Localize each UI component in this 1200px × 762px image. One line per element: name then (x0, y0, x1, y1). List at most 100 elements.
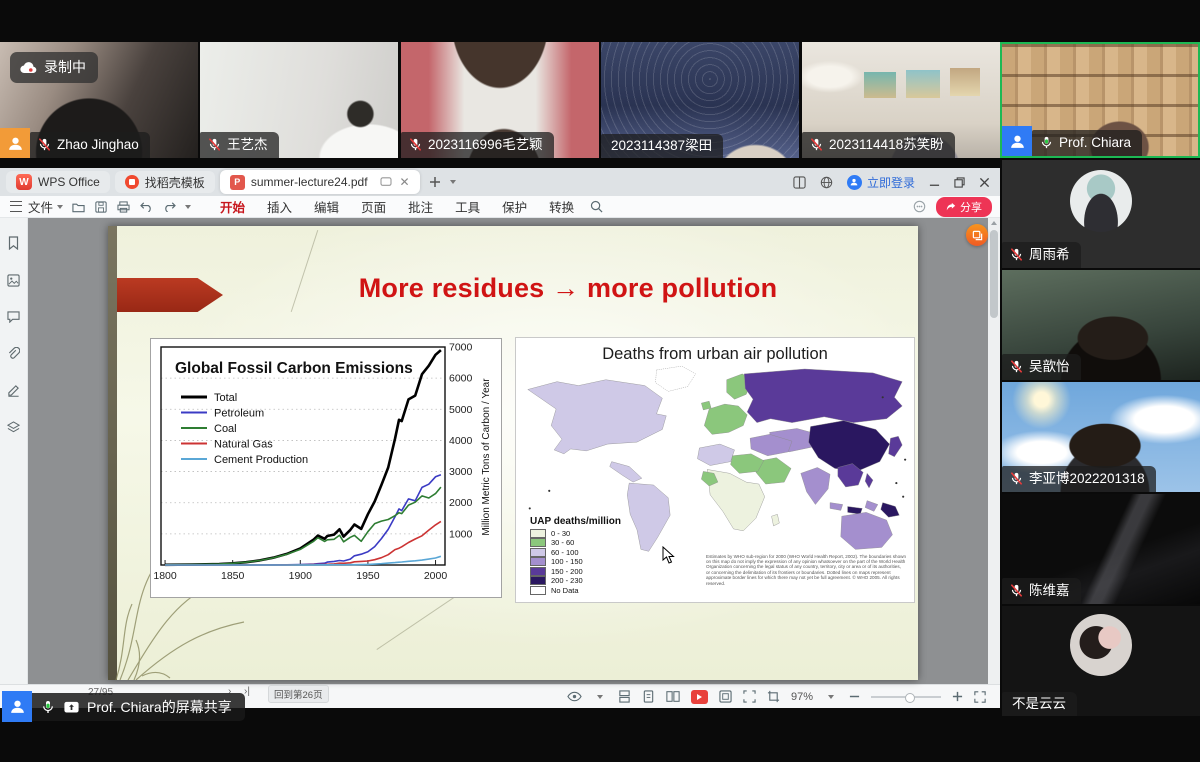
close-window-icon[interactable] (979, 177, 990, 188)
world-map-svg (520, 364, 910, 569)
video-tile-liyabo[interactable]: 李亚博2022201318 (1002, 382, 1200, 492)
video-tile-wuxinyi[interactable]: 吴歆怡 (1002, 270, 1200, 380)
file-menu[interactable]: 文件 (28, 197, 53, 216)
restore-icon[interactable] (954, 177, 965, 188)
menu-tab-protect[interactable]: 保护 (500, 195, 529, 218)
search-icon[interactable] (590, 200, 603, 213)
video-tile-liangtian[interactable]: 2023114387梁田 (601, 42, 799, 158)
self-avatar-badge (2, 691, 32, 722)
assistant-robot-icon[interactable] (913, 200, 926, 213)
svg-text:1850: 1850 (221, 570, 245, 582)
participant-name-label: Zhao Jinghao (30, 132, 150, 158)
save-icon[interactable] (95, 201, 107, 213)
mic-muted-icon (37, 137, 52, 152)
svg-text:Cement Production: Cement Production (214, 454, 308, 466)
two-page-view-icon[interactable] (666, 690, 680, 703)
pdf-assistant-floating-button[interactable] (966, 224, 988, 246)
reading-mode-caret-icon[interactable] (597, 695, 603, 699)
print-icon[interactable] (117, 201, 130, 213)
back-to-page-button[interactable]: 回到第26页 (268, 685, 329, 703)
zoom-level-value[interactable]: 97% (791, 691, 813, 703)
map-region-australia (841, 512, 893, 549)
redo-icon[interactable] (163, 201, 176, 212)
mouse-cursor (662, 546, 675, 564)
video-tile-prof-chiara-active-speaker[interactable]: Prof. Chiara (1000, 42, 1200, 158)
map-region-japan (889, 436, 903, 456)
undo-icon[interactable] (140, 201, 153, 212)
menu-tab-insert[interactable]: 插入 (265, 195, 294, 218)
file-menu-caret-icon[interactable] (57, 205, 63, 209)
zoom-slider-handle[interactable] (905, 693, 915, 703)
menu-tab-page[interactable]: 页面 (359, 195, 388, 218)
video-tile-zhao-jinghao[interactable]: 录制中 Zhao Jinghao (0, 42, 198, 158)
wps-menu-bar: 文件 开始 插入 编辑 页面 批注 工具 保护 转换 分享 (0, 196, 1000, 218)
zoom-in-icon[interactable] (952, 691, 963, 702)
reading-mode-eye-icon[interactable] (567, 691, 582, 702)
doc-tools-icon (972, 230, 983, 241)
recording-badge: 录制中 (10, 52, 98, 83)
attachment-icon[interactable] (7, 347, 20, 360)
last-page-icon[interactable]: ›| (244, 686, 250, 697)
signature-pen-icon[interactable] (7, 384, 20, 397)
workspace-icon[interactable] (793, 176, 806, 189)
svg-text:Million Metric Tons of Carbon: Million Metric Tons of Carbon / Year (481, 378, 492, 536)
vertical-scrollbar[interactable] (988, 218, 1000, 684)
video-tile-maoyiying[interactable]: 2023116996毛艺颖 (401, 42, 599, 158)
hamburger-menu-icon[interactable] (10, 201, 22, 212)
participant-avatar-badge (1002, 126, 1032, 156)
fullscreen-icon[interactable] (974, 691, 986, 703)
zoom-slider[interactable] (871, 696, 941, 698)
docer-icon (125, 175, 139, 189)
svg-text:1900: 1900 (289, 570, 313, 582)
video-tile-suxiaopan[interactable]: 2023114418苏笑盼 (802, 42, 1000, 158)
globe-icon[interactable] (820, 176, 833, 189)
tab-wps-home[interactable]: W WPS Office (6, 171, 110, 193)
slideshow-play-button[interactable] (691, 690, 708, 704)
zoom-out-icon[interactable] (849, 691, 860, 702)
scroll-up-icon[interactable] (991, 221, 997, 225)
participant-name-label: 吴歆怡 (1002, 354, 1081, 380)
zoom-caret-icon[interactable] (828, 695, 834, 699)
video-tile-chenweijia[interactable]: 陈维嘉 (1002, 494, 1200, 604)
bookmark-icon[interactable] (7, 236, 20, 250)
login-button[interactable]: 立即登录 (847, 174, 915, 191)
pdf-file-icon: P (230, 175, 245, 190)
single-page-view-icon[interactable] (642, 690, 655, 703)
fit-page-icon[interactable] (719, 690, 732, 703)
close-tab-icon[interactable]: ✕ (400, 175, 410, 189)
person-icon (6, 134, 25, 153)
scrollbar-thumb[interactable] (990, 230, 998, 318)
crop-marks-icon[interactable] (767, 690, 780, 703)
comment-icon[interactable] (7, 311, 20, 323)
tab-docer-templates[interactable]: 找稻壳模板 (115, 171, 215, 193)
pollution-map-figure: Deaths from urban air pollution (515, 337, 915, 603)
fit-width-icon[interactable] (743, 690, 756, 703)
menu-tab-comment[interactable]: 批注 (406, 195, 435, 218)
thumbnail-icon[interactable] (7, 274, 20, 287)
tab-preview-icon[interactable] (380, 177, 392, 187)
tab-document-pdf[interactable]: P summer-lecture24.pdf ✕ (220, 170, 420, 194)
menu-tab-edit[interactable]: 编辑 (312, 195, 341, 218)
continuous-view-icon[interactable] (618, 690, 631, 703)
tab-list-caret-icon[interactable] (450, 180, 456, 184)
mic-on-icon[interactable] (40, 699, 56, 715)
menu-tab-home[interactable]: 开始 (218, 195, 247, 218)
quickbar-caret-icon[interactable] (185, 205, 191, 209)
open-folder-icon[interactable] (72, 201, 85, 213)
share-button[interactable]: 分享 (936, 197, 992, 217)
video-tile-bushiyunyun[interactable]: 不是云云 (1002, 606, 1200, 716)
map-region-indonesia-west (830, 503, 843, 511)
menu-tab-tools[interactable]: 工具 (453, 195, 482, 218)
layers-icon[interactable] (7, 421, 20, 434)
svg-text:4000: 4000 (449, 435, 473, 447)
person-icon (8, 697, 27, 716)
video-tile-wangyijie[interactable]: 王艺杰 (200, 42, 398, 158)
mic-muted-icon (1009, 247, 1024, 262)
new-tab-icon[interactable] (429, 176, 441, 188)
mic-muted-icon (1009, 471, 1024, 486)
menu-tab-convert[interactable]: 转换 (547, 195, 576, 218)
map-region-china (809, 421, 890, 471)
screen-share-status-bar[interactable]: Prof. Chiara的屏幕共享 (32, 693, 245, 721)
video-tile-zhouyuxi[interactable]: 周雨希 (1002, 160, 1200, 268)
minimize-icon[interactable] (929, 177, 940, 188)
